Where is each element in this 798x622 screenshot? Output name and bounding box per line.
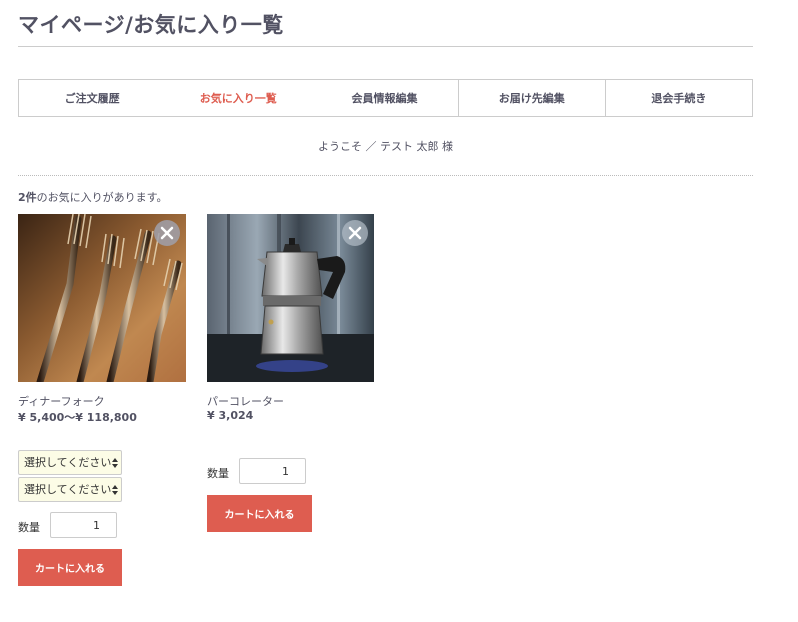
favorites-count: 2件のお気に入りがあります。	[18, 189, 168, 205]
add-to-cart-button[interactable]: カートに入れる	[207, 495, 312, 532]
product-name[interactable]: パーコレーター	[207, 393, 284, 409]
tab-member-info[interactable]: 会員情報編集	[311, 80, 457, 116]
product-name[interactable]: ディナーフォーク	[18, 393, 105, 409]
page-title: マイページ/お気に入り一覧	[18, 13, 284, 37]
variant-select-2-value: 選択してください	[24, 483, 112, 496]
title-divider	[18, 46, 753, 47]
tab-favorites[interactable]: お気に入り一覧	[165, 80, 311, 116]
variant-select-2[interactable]: 選択してください	[18, 477, 122, 502]
remove-favorite-button[interactable]	[342, 220, 368, 246]
quantity-label: 数量	[18, 521, 40, 534]
quantity-label: 数量	[207, 467, 229, 480]
favorite-item: パーコレーター ¥ 3,024 数量 カートに入れる	[207, 214, 374, 532]
product-image-percolator[interactable]	[207, 214, 374, 382]
product-price: ¥ 3,024	[207, 409, 254, 422]
variant-select-1-value: 選択してください	[24, 456, 112, 469]
close-icon	[348, 226, 362, 240]
remove-favorite-button[interactable]	[154, 220, 180, 246]
tab-delivery[interactable]: お届け先編集	[457, 80, 605, 116]
select-arrows-icon	[112, 458, 118, 468]
product-image-dinner-fork[interactable]	[18, 214, 186, 382]
favorites-count-number: 2件	[18, 191, 37, 204]
favorites-count-suffix: のお気に入りがあります。	[36, 191, 168, 204]
variant-select-1[interactable]: 選択してください	[18, 450, 122, 475]
tab-withdraw[interactable]: 退会手続き	[604, 80, 752, 116]
add-to-cart-button[interactable]: カートに入れる	[18, 549, 122, 586]
favorite-item: ディナーフォーク ¥ 5,400〜¥ 118,800 選択してください 選択して…	[18, 214, 186, 586]
quantity-input[interactable]	[50, 512, 117, 538]
product-price: ¥ 5,400〜¥ 118,800	[18, 411, 137, 424]
select-arrows-icon	[112, 485, 118, 495]
mypage-tabs: ご注文履歴 お気に入り一覧 会員情報編集 お届け先編集 退会手続き	[18, 79, 753, 117]
close-icon	[160, 226, 174, 240]
welcome-message: ようこそ ／ テスト 太郎 様	[318, 140, 453, 153]
quantity-input[interactable]	[239, 458, 306, 484]
section-divider	[18, 175, 753, 176]
tab-order-history[interactable]: ご注文履歴	[19, 80, 165, 116]
